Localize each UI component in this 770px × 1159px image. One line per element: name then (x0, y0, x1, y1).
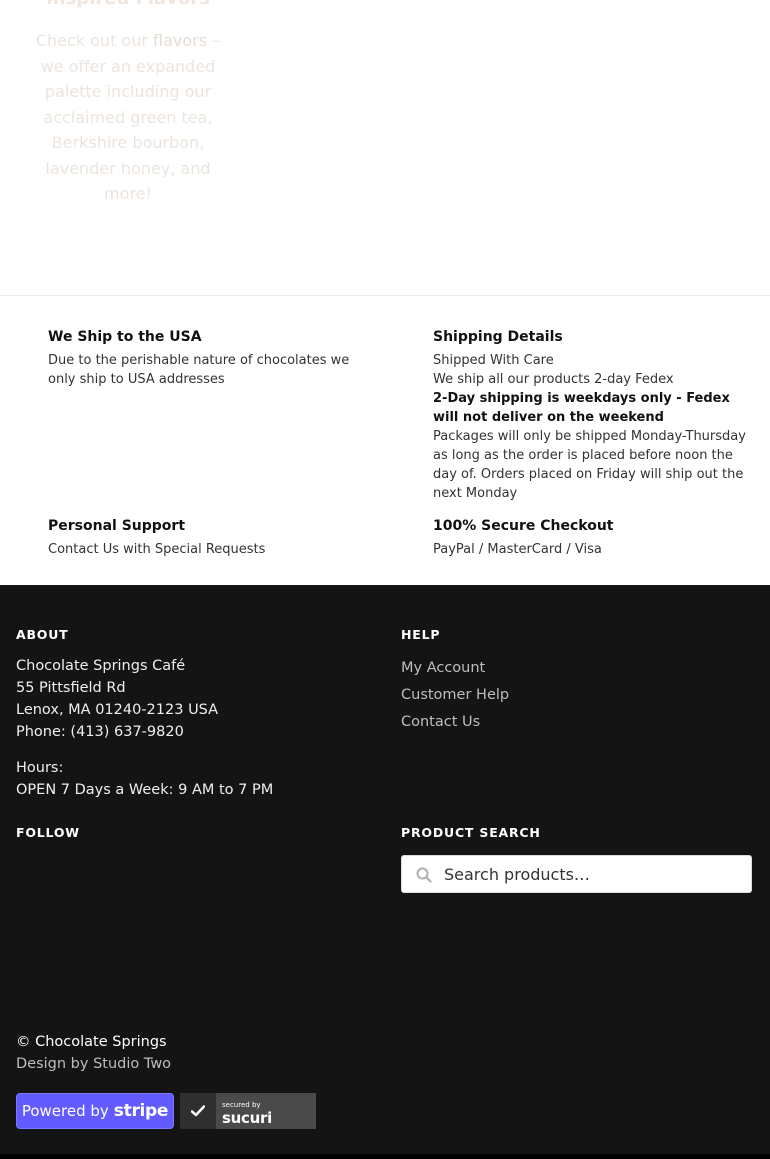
design-credit: Design by Studio Two (16, 1053, 171, 1075)
feature-title: Personal Support (48, 518, 186, 534)
feature-text: Shipped With Care (433, 353, 554, 368)
feature-title: Shipping Details (433, 329, 563, 345)
promo-text: Check out our flavors – we offer an expa… (22, 28, 234, 207)
feature-text: Contact Us with Special Requests (48, 542, 266, 557)
sucuri-logo: sucuri (222, 1108, 272, 1127)
feature-text-bold: 2-Day shipping is weekdays only - Fedex … (433, 391, 730, 425)
checkmark-icon (180, 1093, 216, 1129)
powered-by-stripe-badge[interactable]: Powered by stripe (16, 1093, 174, 1129)
feature-title: We Ship to the USA (48, 329, 202, 345)
feature-ship-usa: We Ship to the USA Due to the perishable… (48, 328, 358, 389)
phone-number: Phone: (413) 637-9820 (16, 724, 184, 740)
business-name: Chocolate Springs Café (16, 658, 186, 674)
feature-text: We ship all our products 2-day Fedex (433, 372, 674, 387)
customer-help-link[interactable]: Customer Help (401, 682, 509, 709)
flavors-link[interactable]: flavors (153, 31, 207, 50)
design-credit-link[interactable]: Design by Studio Two (16, 1056, 171, 1072)
about-heading: ABOUT (16, 627, 69, 642)
promo-text-start: Check out our (35, 31, 154, 50)
help-links: My Account Customer Help Contact Us (401, 655, 509, 736)
hours-label: Hours: (16, 760, 64, 776)
stripe-badge-prefix: Powered by (21, 1102, 109, 1120)
sucuri-badge-text: secured by sucuri (222, 1100, 272, 1127)
promo-section: Inspired Flavors Check out our flavors –… (0, 0, 770, 295)
product-search-box (401, 855, 752, 893)
site-footer: ABOUT Chocolate Springs Café 55 Pittsfie… (0, 585, 770, 1159)
promo-title: Inspired Flavors (0, 0, 256, 9)
address-city: Lenox, MA 01240-2123 USA (16, 702, 219, 718)
address-street: 55 Pittsfield Rd (16, 680, 126, 696)
help-heading: HELP (401, 627, 441, 642)
stripe-logo: stripe (113, 1101, 169, 1121)
sucuri-small-text: secured by (222, 1100, 261, 1109)
section-divider (0, 295, 770, 296)
secured-by-sucuri-badge[interactable]: secured by sucuri (180, 1093, 316, 1129)
about-info: Chocolate Springs Café 55 Pittsfield Rd … (16, 655, 273, 801)
feature-title: 100% Secure Checkout (433, 518, 614, 534)
feature-text: Packages will only be shipped Monday-Thu… (433, 429, 746, 501)
feature-secure-checkout: 100% Secure Checkout PayPal / MasterCard… (433, 517, 753, 559)
hours-text: OPEN 7 Days a Week: 9 AM to 7 PM (16, 782, 274, 798)
search-icon (416, 867, 432, 883)
contact-us-link[interactable]: Contact Us (401, 709, 509, 736)
feature-text: PayPal / MasterCard / Visa (433, 542, 602, 557)
copyright: © Chocolate Springs (16, 1034, 167, 1050)
feature-personal-support: Personal Support Contact Us with Special… (48, 517, 368, 559)
footer-bottom-bar (0, 1154, 770, 1159)
follow-heading: FOLLOW (16, 825, 80, 840)
feature-text: Due to the perishable nature of chocolat… (48, 353, 350, 387)
feature-shipping-details: Shipping Details Shipped With Care We sh… (433, 328, 753, 503)
product-search-heading: PRODUCT SEARCH (401, 825, 541, 840)
product-search-input[interactable] (444, 856, 744, 892)
my-account-link[interactable]: My Account (401, 655, 509, 682)
promo-text-end: – we offer an expanded palette including… (40, 31, 221, 203)
